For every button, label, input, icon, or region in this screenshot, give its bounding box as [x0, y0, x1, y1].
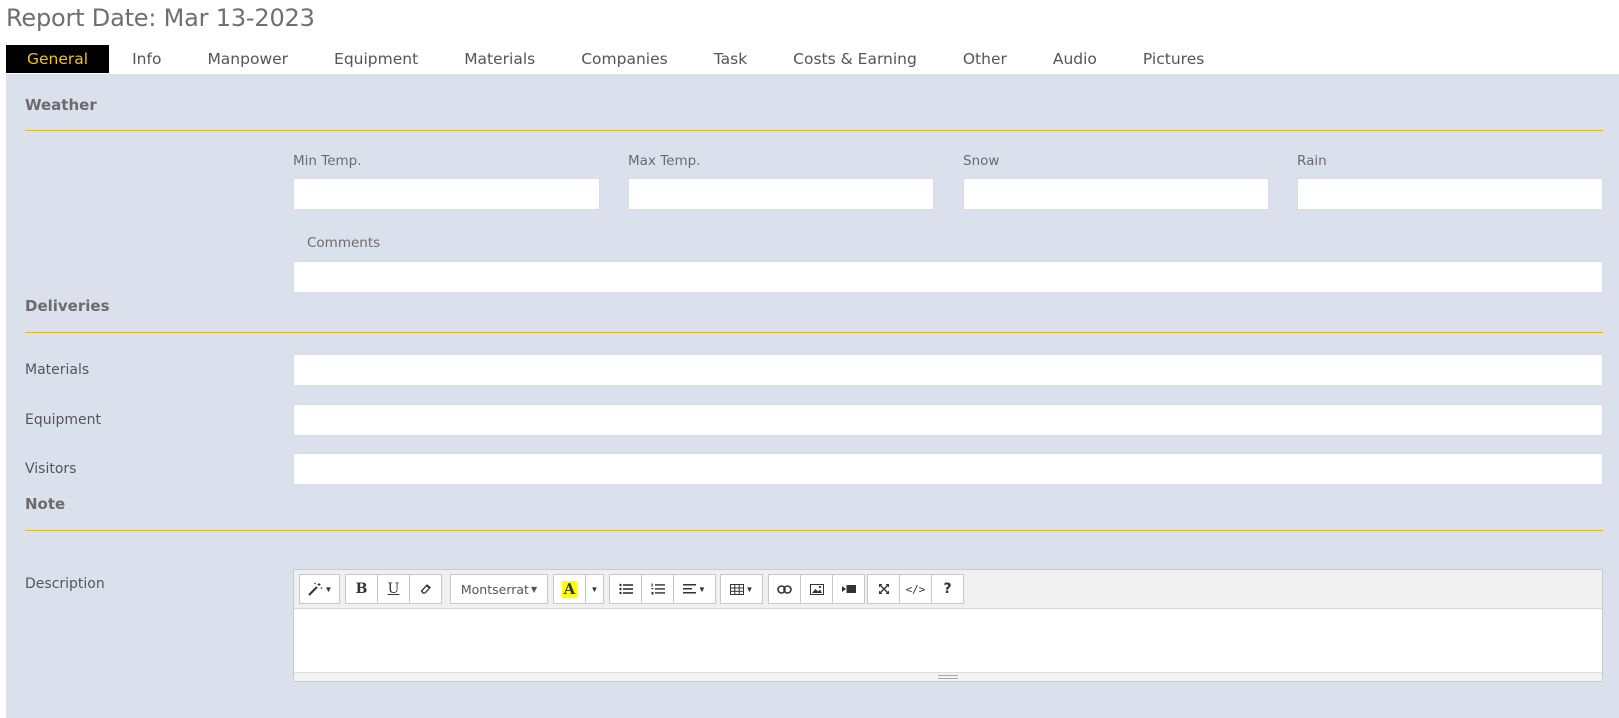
deliveries-section-title: Deliveries: [25, 297, 110, 315]
tab-info[interactable]: Info: [109, 45, 184, 73]
font-style-group: B U: [345, 574, 442, 604]
eraser-icon: [420, 584, 431, 594]
picture-icon: [809, 583, 824, 595]
page-title: Report Date: Mar 13-2023: [6, 4, 315, 32]
materials-label: Materials: [25, 362, 90, 378]
expand-icon: [878, 584, 889, 594]
text-color-icon: A: [561, 579, 578, 598]
font-name-dropdown[interactable]: Montserrat ▼: [450, 574, 548, 604]
max-temp-input[interactable]: [628, 178, 934, 210]
font-name-group: Montserrat ▼: [450, 574, 548, 604]
code-icon: </>: [905, 582, 926, 596]
visitors-input[interactable]: [293, 453, 1603, 485]
tab-audio[interactable]: Audio: [1030, 45, 1120, 73]
description-editor: ▼ B U Montserrat ▼ A ▼ ▼ ▼ </> ?: [293, 569, 1603, 682]
tab-bar: General Info Manpower Equipment Material…: [6, 45, 1227, 73]
description-input[interactable]: [294, 609, 1602, 673]
help-icon: ?: [943, 581, 952, 597]
equipment-input[interactable]: [293, 404, 1603, 436]
tab-materials[interactable]: Materials: [441, 45, 558, 73]
text-color-button[interactable]: A: [553, 574, 586, 604]
code-view-button[interactable]: </>: [899, 574, 932, 604]
bullet-list-icon: [618, 583, 633, 595]
table-group: ▼: [720, 574, 763, 604]
table-icon: [729, 583, 744, 595]
tab-task[interactable]: Task: [691, 45, 770, 73]
snow-label: Snow: [963, 153, 1000, 169]
tab-companies[interactable]: Companies: [558, 45, 690, 73]
tab-other[interactable]: Other: [940, 45, 1030, 73]
min-temp-label: Min Temp.: [293, 153, 362, 169]
unordered-list-button[interactable]: [609, 574, 642, 604]
grip-icon: [938, 675, 958, 679]
tab-general[interactable]: General: [6, 45, 110, 73]
align-left-icon: [683, 584, 697, 594]
magic-wand-icon: [307, 582, 322, 596]
bold-button[interactable]: B: [345, 574, 378, 604]
comments-label: Comments: [307, 235, 381, 251]
editor-toolbar: ▼ B U Montserrat ▼ A ▼ ▼ ▼ </> ?: [294, 570, 1602, 609]
rain-label: Rain: [1297, 153, 1327, 169]
tab-costs-earning[interactable]: Costs & Earning: [770, 45, 940, 73]
magic-style-button[interactable]: ▼: [299, 574, 340, 604]
editor-resize-handle[interactable]: [294, 672, 1602, 681]
link-icon: [777, 584, 792, 594]
table-dropdown-button[interactable]: ▼: [720, 574, 763, 604]
help-button[interactable]: ?: [931, 574, 964, 604]
visitors-label: Visitors: [25, 461, 77, 477]
tab-manpower[interactable]: Manpower: [184, 45, 311, 73]
ordered-list-button[interactable]: [641, 574, 674, 604]
deliveries-divider: [25, 332, 1603, 333]
insert-video-button[interactable]: [832, 574, 865, 604]
rain-input[interactable]: [1297, 178, 1603, 210]
paragraph-group: ▼: [609, 574, 716, 604]
numbered-list-icon: [651, 583, 665, 595]
bold-icon: B: [355, 581, 368, 597]
fullscreen-button[interactable]: [867, 574, 900, 604]
chevron-down-icon: ▼: [698, 584, 706, 594]
underline-icon: U: [387, 581, 400, 597]
snow-input[interactable]: [963, 178, 1269, 210]
clear-format-button[interactable]: [409, 574, 442, 604]
insert-picture-button[interactable]: [800, 574, 833, 604]
insert-group: [768, 574, 865, 604]
view-group: </> ?: [867, 574, 964, 604]
max-temp-label: Max Temp.: [628, 153, 701, 169]
weather-divider: [25, 130, 1603, 131]
align-dropdown-button[interactable]: ▼: [673, 574, 716, 604]
note-section-title: Note: [25, 495, 66, 513]
equipment-label: Equipment: [25, 412, 101, 428]
font-name-value: Montserrat: [460, 581, 529, 597]
note-divider: [25, 530, 1603, 531]
style-group: ▼: [299, 574, 340, 604]
chevron-down-icon: ▼: [324, 584, 333, 594]
insert-link-button[interactable]: [768, 574, 801, 604]
color-group: A ▼: [553, 574, 604, 604]
description-label: Description: [25, 576, 105, 592]
chevron-down-icon: ▼: [530, 584, 538, 594]
general-panel: Weather Min Temp. Max Temp. Snow Rain Co…: [6, 74, 1619, 718]
underline-button[interactable]: U: [377, 574, 410, 604]
chevron-down-icon: ▼: [745, 584, 754, 594]
tab-pictures[interactable]: Pictures: [1120, 45, 1227, 73]
chevron-down-icon: ▼: [590, 584, 599, 594]
min-temp-input[interactable]: [293, 178, 600, 210]
comments-input[interactable]: [293, 261, 1603, 293]
video-icon: [841, 585, 856, 593]
color-dropdown-button[interactable]: ▼: [585, 574, 604, 604]
tab-equipment[interactable]: Equipment: [311, 45, 441, 73]
weather-section-title: Weather: [25, 96, 97, 114]
materials-input[interactable]: [293, 354, 1603, 386]
